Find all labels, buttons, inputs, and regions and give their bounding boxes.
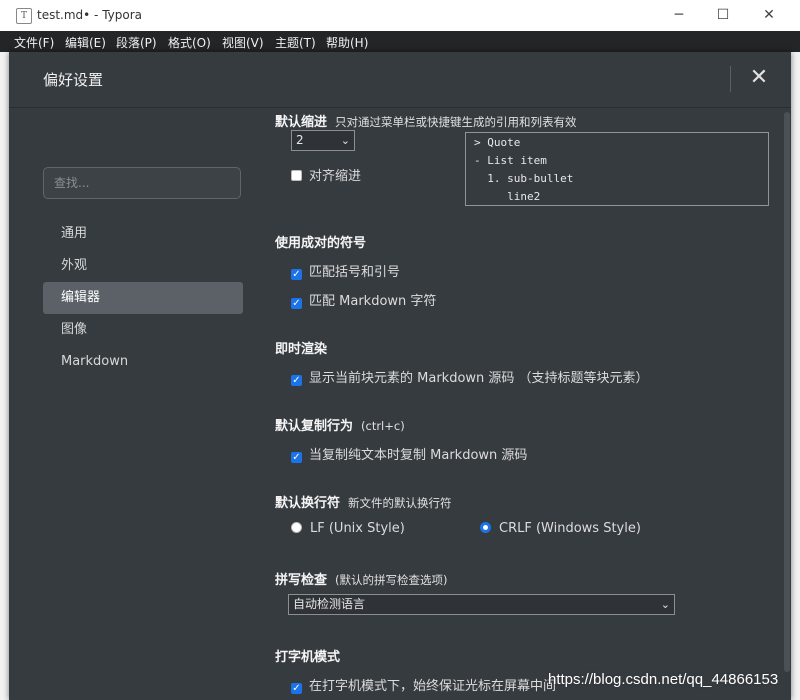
lf-label: LF (Unix Style) — [310, 521, 405, 536]
menu-help[interactable]: 帮助(H) — [326, 34, 368, 51]
typora-app-icon: T — [16, 8, 32, 24]
menu-bar: 文件(F) 编辑(E) 段落(P) 格式(O) 视图(V) 主题(T) 帮助(H… — [0, 31, 800, 52]
copy-note: (ctrl+c) — [361, 419, 405, 433]
indent-size-select[interactable]: 2 ⌄ — [291, 130, 355, 151]
content-scrollbar[interactable] — [784, 112, 790, 672]
maximize-button[interactable]: ☐ — [700, 0, 746, 31]
nav-item-appearance[interactable]: 外观 — [43, 250, 243, 282]
menu-file[interactable]: 文件(F) — [14, 34, 54, 51]
typewriter-label: 在打字机模式下，始终保证光标在屏幕中间 — [309, 679, 557, 694]
match-brackets-label: 匹配括号和引号 — [309, 265, 401, 280]
copy-section-title: 默认复制行为 (ctrl+c) — [275, 415, 405, 434]
nav-item-general[interactable]: 通用 — [43, 218, 243, 250]
indent-size-value: 2 — [296, 133, 304, 147]
check-icon[interactable]: ✓ — [291, 298, 302, 309]
menu-edit[interactable]: 编辑(E) — [65, 34, 106, 51]
preferences-dialog: 偏好设置 ✕ 查找... 通用 外观 编辑器 图像 Markdown 默认缩进只… — [9, 52, 791, 700]
preferences-sidebar: 查找... 通用 外观 编辑器 图像 Markdown — [9, 108, 259, 700]
typewriter-option[interactable]: ✓ 在打字机模式下，始终保证光标在屏幕中间 — [291, 675, 556, 694]
watermark-url: https://blog.csdn.net/qq_44866153 — [548, 671, 779, 688]
lf-radio[interactable] — [291, 522, 302, 533]
copy-markdown-option[interactable]: ✓ 当复制纯文本时复制 Markdown 源码 — [291, 444, 527, 463]
pairs-section-title: 使用成对的符号 — [275, 236, 367, 251]
menu-format[interactable]: 格式(O) — [168, 34, 211, 51]
lf-option[interactable]: LF (Unix Style) — [291, 521, 405, 536]
preview-line: line2 — [474, 190, 541, 203]
window-title: test.md• - Typora — [37, 8, 143, 22]
indent-preview-box: > Quote - List item 1. sub-bullet line2 — [465, 132, 769, 206]
preview-line: > Quote — [474, 136, 521, 149]
search-input[interactable]: 查找... — [43, 167, 241, 199]
crlf-radio[interactable] — [480, 522, 491, 533]
dialog-close-icon[interactable]: ✕ — [747, 64, 771, 92]
live-render-section-title: 即时渲染 — [275, 342, 328, 357]
indent-title: 默认缩进 — [275, 115, 328, 130]
nav-item-editor[interactable]: 编辑器 — [43, 282, 243, 314]
header-divider — [730, 66, 731, 92]
check-icon[interactable]: ✓ — [291, 269, 302, 280]
check-icon[interactable]: ✓ — [291, 452, 302, 463]
check-icon[interactable]: ✓ — [291, 375, 302, 386]
indent-note: 只对通过菜单栏或快捷键生成的引用和列表有效 — [335, 115, 577, 129]
match-markdown-label: 匹配 Markdown 字符 — [309, 294, 437, 309]
minimize-button[interactable]: ─ — [656, 0, 702, 31]
chevron-down-icon: ⌄ — [340, 134, 350, 147]
window-close-button[interactable]: ✕ — [746, 0, 792, 31]
menu-view[interactable]: 视图(V) — [222, 34, 264, 51]
menu-paragraph[interactable]: 段落(P) — [116, 34, 157, 51]
spell-note: (默认的拼写检查选项) — [335, 573, 448, 587]
align-indent-label: 对齐缩进 — [309, 169, 362, 184]
typewriter-section-title: 打字机模式 — [275, 650, 341, 665]
check-icon[interactable]: ✓ — [291, 683, 302, 694]
show-source-label: 显示当前块元素的 Markdown 源码 （支持标题等块元素） — [309, 371, 649, 386]
newline-note: 新文件的默认换行符 — [348, 496, 452, 510]
preview-line: 1. sub-bullet — [474, 172, 574, 185]
align-indent-checkbox[interactable] — [291, 170, 302, 181]
show-source-option[interactable]: ✓ 显示当前块元素的 Markdown 源码 （支持标题等块元素） — [291, 367, 649, 386]
match-brackets-option[interactable]: ✓ 匹配括号和引号 — [291, 261, 400, 280]
match-markdown-option[interactable]: ✓ 匹配 Markdown 字符 — [291, 290, 436, 309]
crlf-option[interactable]: CRLF (Windows Style) — [480, 521, 641, 536]
preview-line: - List item — [474, 154, 547, 167]
indent-section-title: 默认缩进 只对通过菜单栏或快捷键生成的引用和列表有效 — [275, 111, 577, 130]
chevron-down-icon: ⌄ — [660, 598, 670, 611]
crlf-label: CRLF (Windows Style) — [499, 521, 641, 536]
nav-item-image[interactable]: 图像 — [43, 314, 243, 346]
window-title-bar: T test.md• - Typora ─ ☐ ✕ — [0, 0, 800, 32]
dialog-header: 偏好设置 ✕ — [9, 52, 791, 108]
dialog-title: 偏好设置 — [43, 71, 104, 89]
menu-theme[interactable]: 主题(T) — [275, 34, 316, 51]
spell-language-select[interactable]: 自动检测语言 ⌄ — [288, 594, 675, 615]
newline-section-title: 默认换行符 新文件的默认换行符 — [275, 492, 452, 511]
nav-item-markdown[interactable]: Markdown — [43, 346, 243, 378]
spell-title: 拼写检查 — [275, 573, 328, 588]
spell-section-title: 拼写检查 (默认的拼写检查选项) — [275, 569, 448, 588]
copy-title: 默认复制行为 — [275, 419, 354, 434]
align-indent-option[interactable]: 对齐缩进 — [291, 165, 361, 184]
newline-title: 默认换行符 — [275, 496, 341, 511]
copy-markdown-label: 当复制纯文本时复制 Markdown 源码 — [309, 448, 528, 463]
preferences-content: 默认缩进 只对通过菜单栏或快捷键生成的引用和列表有效 2 ⌄ 对齐缩进 > Quo… — [275, 108, 775, 700]
spell-language-value: 自动检测语言 — [293, 597, 366, 611]
